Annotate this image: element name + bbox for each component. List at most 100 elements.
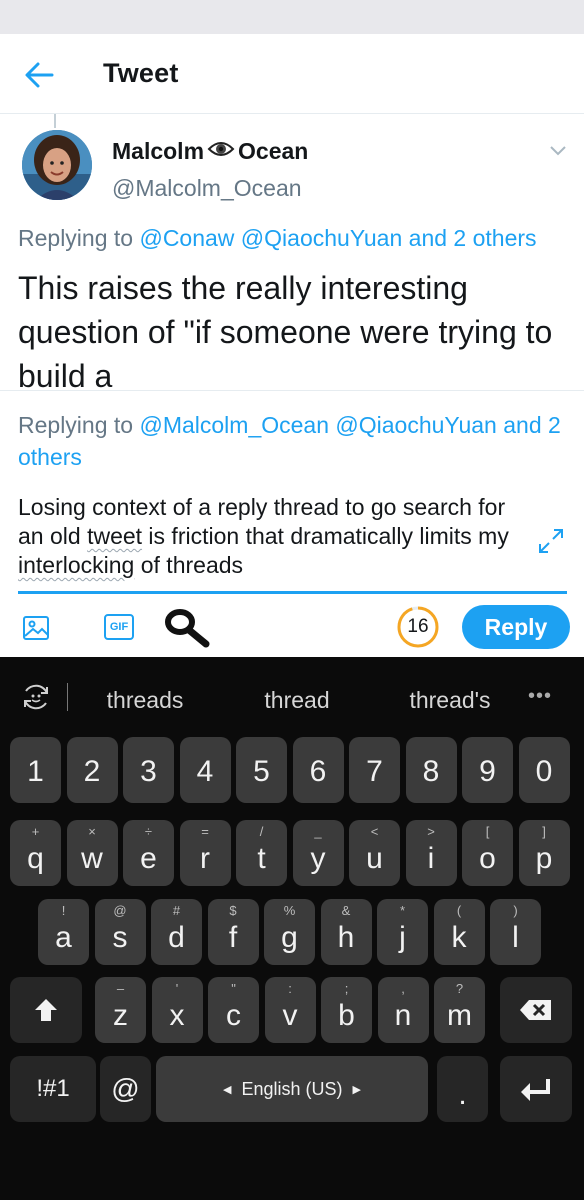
key-z[interactable]: – z bbox=[95, 977, 146, 1043]
replying-to-line: Replying to @Conaw @QiaochuYuan and 2 ot… bbox=[18, 225, 537, 252]
key-label: 7 bbox=[366, 755, 383, 788]
key-hint: & bbox=[341, 903, 351, 918]
key-hint: ! bbox=[61, 903, 66, 918]
key-hint: $ bbox=[229, 903, 237, 918]
key-w[interactable]: × w bbox=[66, 820, 118, 886]
replying-mentions-link[interactable]: @Conaw @QiaochuYuan and 2 others bbox=[139, 225, 536, 251]
reply-text-input[interactable]: Losing context of a reply thread to go s… bbox=[18, 493, 528, 580]
key-label: e bbox=[140, 842, 157, 875]
key-r[interactable]: = r bbox=[179, 820, 231, 886]
reply-button[interactable]: Reply bbox=[462, 605, 570, 649]
key-0[interactable]: 0 bbox=[518, 737, 570, 803]
key-o[interactable]: [o bbox=[462, 820, 513, 886]
key-n[interactable]: ,n bbox=[377, 977, 429, 1043]
tweet-screen: Tweet Malcolm Ocean @Malcolm_Ocean Reply… bbox=[0, 34, 584, 657]
header: Tweet bbox=[0, 34, 584, 114]
key-hint: % bbox=[283, 903, 296, 918]
key-hint: ) bbox=[513, 903, 518, 918]
key-g[interactable]: % g bbox=[264, 899, 315, 965]
key-i[interactable]: > i bbox=[405, 820, 457, 886]
key-9[interactable]: 9 bbox=[462, 737, 513, 803]
key-e[interactable]: ÷ e bbox=[123, 820, 174, 886]
key-label: f bbox=[228, 921, 238, 954]
key-hint: , bbox=[401, 981, 405, 996]
key-7[interactable]: 7 bbox=[349, 737, 400, 803]
key-m[interactable]: ? m bbox=[434, 977, 485, 1043]
suggestion-2[interactable]: thread bbox=[252, 687, 342, 714]
key-label: b bbox=[338, 999, 355, 1032]
key-j[interactable]: * j bbox=[377, 899, 428, 965]
search-button[interactable] bbox=[162, 606, 214, 650]
suggestion-1[interactable]: threads bbox=[100, 687, 190, 714]
key-c[interactable]: " c bbox=[208, 977, 259, 1043]
key-3[interactable]: 3 bbox=[123, 737, 174, 803]
key-hint: # bbox=[172, 903, 181, 918]
key-k[interactable]: (k bbox=[433, 899, 485, 965]
key-h[interactable]: & h bbox=[320, 899, 372, 965]
avatar[interactable] bbox=[22, 130, 92, 200]
image-icon bbox=[23, 616, 49, 640]
key-d[interactable]: # d bbox=[151, 899, 202, 965]
key-1[interactable]: 1 bbox=[10, 737, 61, 803]
key-hint: ÷ bbox=[144, 824, 153, 839]
key-hint: / bbox=[259, 824, 264, 839]
key-label: 2 bbox=[83, 755, 101, 788]
key-y[interactable]: _ y bbox=[292, 820, 344, 886]
at-key[interactable]: @ bbox=[100, 1056, 151, 1122]
key-b[interactable]: ; b bbox=[321, 977, 372, 1043]
key-label: 3 bbox=[140, 755, 157, 788]
key-hint: " bbox=[231, 981, 236, 996]
key-q[interactable]: + q bbox=[10, 820, 61, 886]
symbols-key[interactable]: !#1 bbox=[10, 1056, 96, 1122]
key-s[interactable]: @ s bbox=[94, 899, 146, 965]
key-label: j bbox=[399, 921, 406, 954]
back-button[interactable] bbox=[22, 58, 56, 92]
key-f[interactable]: $ f bbox=[207, 899, 259, 965]
keyboard: threads thread thread's ••• 1 2 3 4 5 6 7 8 9 0 + q… bbox=[0, 657, 584, 1200]
compose-underline bbox=[18, 591, 567, 594]
key-hint: > bbox=[427, 824, 435, 839]
key-label: h bbox=[337, 921, 355, 954]
author-handle[interactable]: @Malcolm_Ocean bbox=[112, 175, 302, 202]
space-bar[interactable]: ◀ English (US) ▶ bbox=[156, 1056, 428, 1122]
shift-icon bbox=[10, 977, 82, 1043]
symbols-label: !#1 bbox=[36, 1075, 70, 1102]
key-x[interactable]: ' x bbox=[151, 977, 203, 1043]
more-suggestions-button[interactable]: ••• bbox=[528, 685, 552, 708]
key-v[interactable]: :v bbox=[264, 977, 316, 1043]
key-hint: @ bbox=[113, 903, 127, 918]
status-bar bbox=[0, 0, 584, 34]
add-gif-button[interactable]: GIF bbox=[104, 614, 134, 640]
key-l[interactable]: ) l bbox=[490, 899, 541, 965]
backspace-icon bbox=[500, 977, 572, 1043]
key-label: r bbox=[200, 842, 210, 875]
chevron-down-icon bbox=[550, 146, 566, 156]
add-image-button[interactable] bbox=[22, 614, 50, 642]
keyboard-settings-button[interactable] bbox=[20, 681, 52, 713]
arrow-left-icon bbox=[25, 62, 54, 88]
author-name[interactable]: Malcolm Ocean bbox=[112, 138, 308, 165]
expand-compose-button[interactable] bbox=[536, 526, 566, 556]
tweet-options-button[interactable] bbox=[548, 144, 568, 158]
key-u[interactable]: < u bbox=[349, 820, 400, 886]
key-6[interactable]: 6 bbox=[292, 737, 344, 803]
key-label: p bbox=[535, 842, 553, 875]
period-key[interactable]: . bbox=[437, 1056, 488, 1122]
key-hint: * bbox=[399, 903, 406, 918]
backspace-key[interactable] bbox=[500, 977, 572, 1043]
key-hint: + bbox=[31, 824, 40, 839]
key-p[interactable]: ] p bbox=[518, 820, 570, 886]
key-5[interactable]: 5 bbox=[236, 737, 287, 803]
key-t[interactable]: / t bbox=[236, 820, 287, 886]
key-2[interactable]: 2 bbox=[66, 737, 118, 803]
key-hint: < bbox=[370, 824, 379, 839]
key-a[interactable]: ! a bbox=[38, 899, 89, 965]
key-8[interactable]: 8 bbox=[405, 737, 457, 803]
key-4[interactable]: 4 bbox=[179, 737, 231, 803]
shift-key[interactable] bbox=[10, 977, 82, 1043]
reply-text-segment: of threads bbox=[134, 552, 244, 578]
enter-key[interactable] bbox=[500, 1056, 572, 1122]
suggestion-3[interactable]: thread's bbox=[400, 687, 500, 714]
key-hint: ; bbox=[344, 981, 349, 996]
key-label: n bbox=[394, 999, 412, 1032]
